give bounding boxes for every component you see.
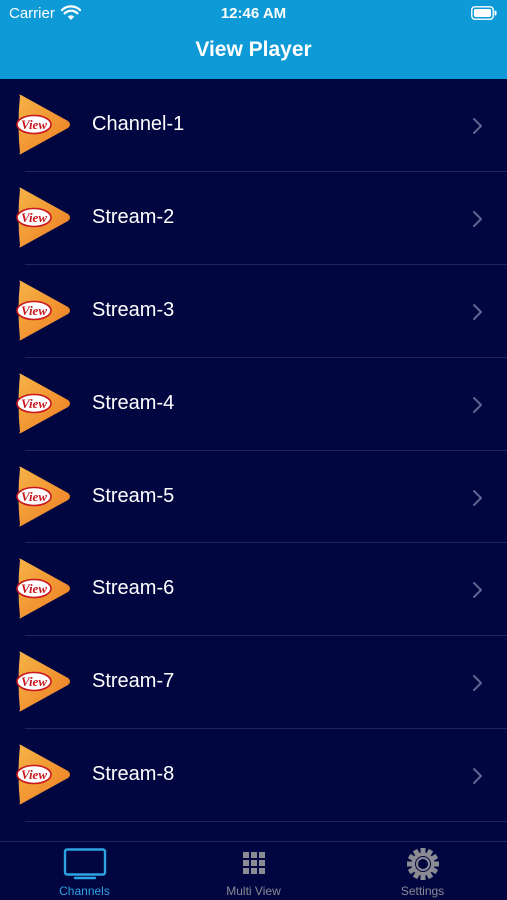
channel-name: Stream-6 [92, 577, 175, 600]
view-logo-icon: View [16, 744, 70, 805]
channel-row[interactable]: View Stream-3 [0, 265, 507, 358]
view-logo-icon: View [16, 559, 70, 619]
navigation-bar: Carrier 12:46 AM View Player [0, 0, 507, 79]
chevron-right-icon [473, 675, 482, 692]
page-title: View Player [195, 38, 312, 61]
channel-name: Stream-2 [92, 205, 175, 228]
svg-text:View: View [21, 489, 47, 504]
tab-bar: Channels Multi View Settings [0, 841, 507, 900]
channel-row[interactable]: View Channel-1 [0, 79, 507, 172]
grid-icon [242, 852, 265, 874]
channel-row[interactable]: View Stream-8 [0, 729, 507, 823]
app-screen: Carrier 12:46 AM View Player View Channe… [0, 0, 507, 900]
tab-multi-view[interactable]: Multi View [169, 842, 338, 900]
channel-list: View Channel-1 View Stream-2 View Stream… [0, 79, 507, 841]
view-logo-icon: View [16, 652, 70, 712]
chevron-right-icon [473, 489, 482, 506]
svg-text:View: View [21, 767, 47, 782]
channel-row[interactable]: View Stream-6 [0, 543, 507, 637]
tv-icon [63, 848, 106, 880]
view-logo-icon: View [16, 466, 70, 526]
channel-row[interactable]: View Stream-4 [0, 358, 507, 451]
svg-text:View: View [21, 396, 47, 411]
channel-name: Stream-7 [92, 670, 175, 693]
svg-text:View: View [21, 581, 47, 596]
view-logo-icon: View [16, 373, 70, 434]
tab-settings[interactable]: Settings [338, 842, 507, 900]
chevron-right-icon [473, 210, 482, 227]
view-logo-icon: View [16, 94, 70, 155]
tab-label: Channels [59, 884, 110, 898]
channel-row[interactable]: View Stream-2 [0, 172, 507, 265]
chevron-right-icon [473, 396, 482, 413]
svg-text:View: View [21, 303, 47, 318]
view-logo-icon: View [16, 280, 70, 341]
channel-name: Channel-1 [92, 113, 185, 135]
channel-name: Stream-5 [92, 484, 175, 507]
gear-icon [406, 848, 439, 880]
chevron-right-icon [473, 118, 482, 134]
svg-text:View: View [21, 674, 47, 689]
tab-channels[interactable]: Channels [0, 842, 169, 900]
chevron-right-icon [473, 768, 482, 785]
channel-name: Stream-4 [92, 391, 175, 414]
tab-label: Multi View [226, 884, 281, 898]
channel-name: Stream-3 [92, 298, 175, 321]
chevron-right-icon [473, 303, 482, 320]
chevron-right-icon [473, 582, 482, 599]
row-separator [25, 821, 507, 823]
channel-row[interactable]: View Stream-5 [0, 451, 507, 544]
channel-name: Stream-8 [92, 763, 175, 786]
status-time: 12:46 AM [220, 5, 287, 22]
view-logo-icon: View [16, 187, 70, 248]
battery-icon [471, 6, 497, 20]
svg-text:View: View [21, 117, 47, 132]
status-bar: Carrier 12:46 AM [0, 0, 507, 28]
channel-row[interactable]: View Stream-7 [0, 636, 507, 730]
tab-label: Settings [400, 884, 445, 898]
svg-text:View: View [21, 210, 47, 225]
